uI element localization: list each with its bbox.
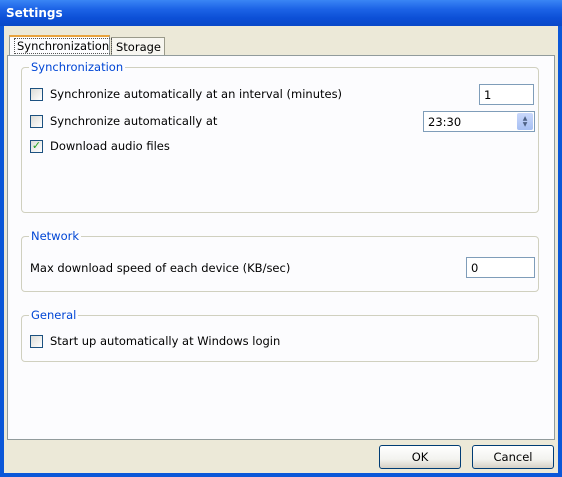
settings-window: Settings Synchronization Storage Synchro… bbox=[0, 0, 562, 477]
general-group: General Start up automatically at Window… bbox=[21, 308, 539, 362]
tab-storage[interactable]: Storage bbox=[111, 37, 165, 55]
check-icon: ✓ bbox=[31, 138, 42, 152]
general-group-legend: General bbox=[29, 308, 79, 322]
interval-sync-checkbox[interactable] bbox=[30, 87, 43, 101]
max-speed-label: Max download speed of each device (KB/se… bbox=[30, 261, 291, 275]
sync-time-spinner[interactable]: 23:30 ▲ ▼ bbox=[423, 111, 535, 132]
time-sync-checkbox[interactable] bbox=[30, 114, 43, 128]
download-audio-label: Download audio files bbox=[50, 139, 170, 153]
interval-sync-row: Synchronize automatically at an interval… bbox=[30, 86, 342, 102]
download-audio-row: ✓ Download audio files bbox=[30, 138, 170, 154]
synchronization-group-legend: Synchronization bbox=[29, 60, 126, 74]
tab-storage-label: Storage bbox=[116, 40, 161, 54]
synchronization-group: Synchronization Synchronize automaticall… bbox=[21, 60, 539, 213]
network-group: Network Max download speed of each devic… bbox=[21, 229, 539, 292]
startup-checkbox[interactable] bbox=[30, 334, 43, 348]
tab-synchronization-label: Synchronization bbox=[14, 38, 113, 54]
cancel-button[interactable]: Cancel bbox=[472, 445, 554, 469]
tab-panel-synchronization: Synchronization Synchronize automaticall… bbox=[7, 55, 555, 440]
network-group-legend: Network bbox=[29, 229, 82, 243]
window-title: Settings bbox=[6, 6, 63, 20]
tab-synchronization[interactable]: Synchronization bbox=[9, 35, 113, 55]
interval-sync-label: Synchronize automatically at an interval… bbox=[50, 87, 343, 101]
time-sync-label: Synchronize automatically at bbox=[50, 114, 218, 128]
startup-row: Start up automatically at Windows login bbox=[30, 333, 280, 349]
max-speed-input[interactable]: 0 bbox=[466, 257, 535, 278]
spin-arrows-icon[interactable]: ▲ ▼ bbox=[517, 113, 533, 130]
download-audio-checkbox[interactable]: ✓ bbox=[30, 138, 43, 153]
max-speed-row: Max download speed of each device (KB/se… bbox=[30, 260, 290, 276]
time-sync-row: Synchronize automatically at bbox=[30, 113, 217, 129]
ok-button[interactable]: OK bbox=[379, 445, 461, 469]
dialog-client-area: Synchronization Storage Synchronization … bbox=[4, 26, 558, 473]
startup-label: Start up automatically at Windows login bbox=[50, 334, 281, 348]
interval-minutes-input[interactable]: 1 bbox=[479, 84, 534, 105]
title-bar[interactable]: Settings bbox=[0, 0, 562, 26]
sync-time-value: 23:30 bbox=[428, 115, 462, 129]
